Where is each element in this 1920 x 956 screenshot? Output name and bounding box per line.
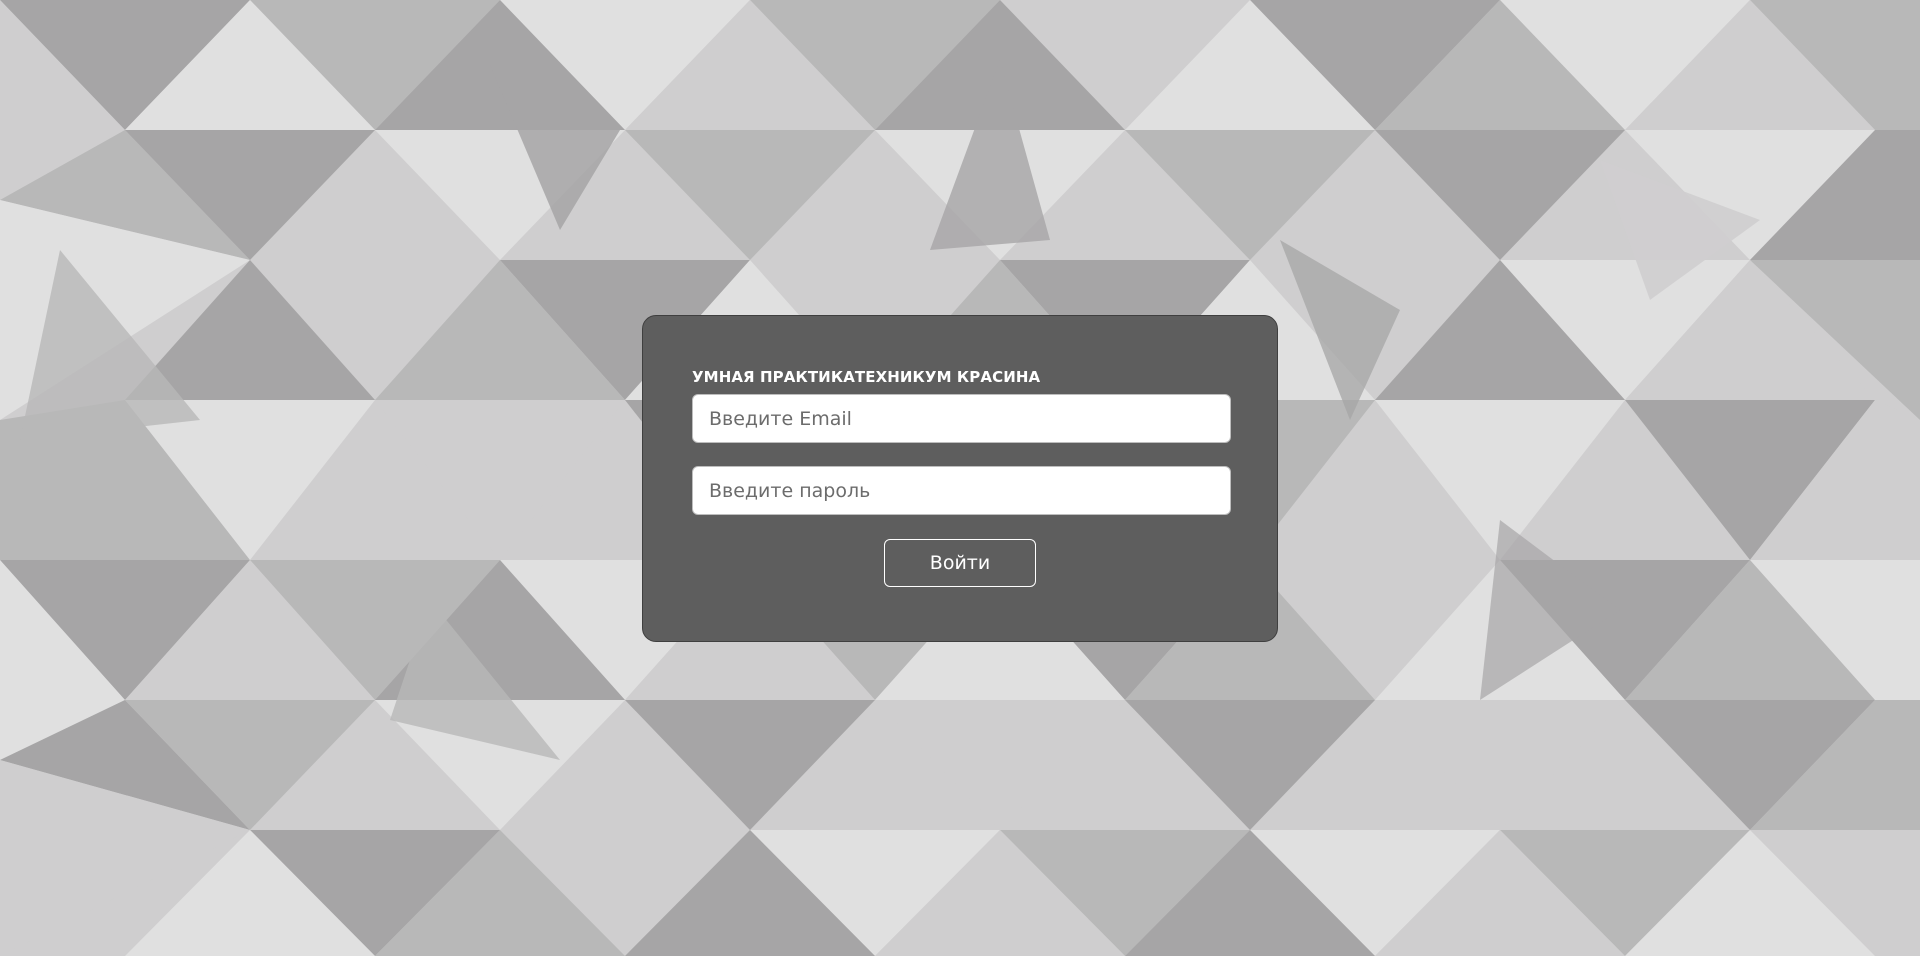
submit-row: Войти [692, 539, 1228, 587]
password-input[interactable] [692, 466, 1231, 515]
login-title: УМНАЯ ПРАКТИКАТЕХНИКУМ КРАСИНА [692, 368, 1041, 386]
login-page: УМНАЯ ПРАКТИКАТЕХНИКУМ КРАСИНА Войти [0, 0, 1920, 956]
email-input[interactable] [692, 394, 1231, 443]
login-card: УМНАЯ ПРАКТИКАТЕХНИКУМ КРАСИНА Войти [642, 315, 1278, 642]
login-button[interactable]: Войти [884, 539, 1036, 587]
